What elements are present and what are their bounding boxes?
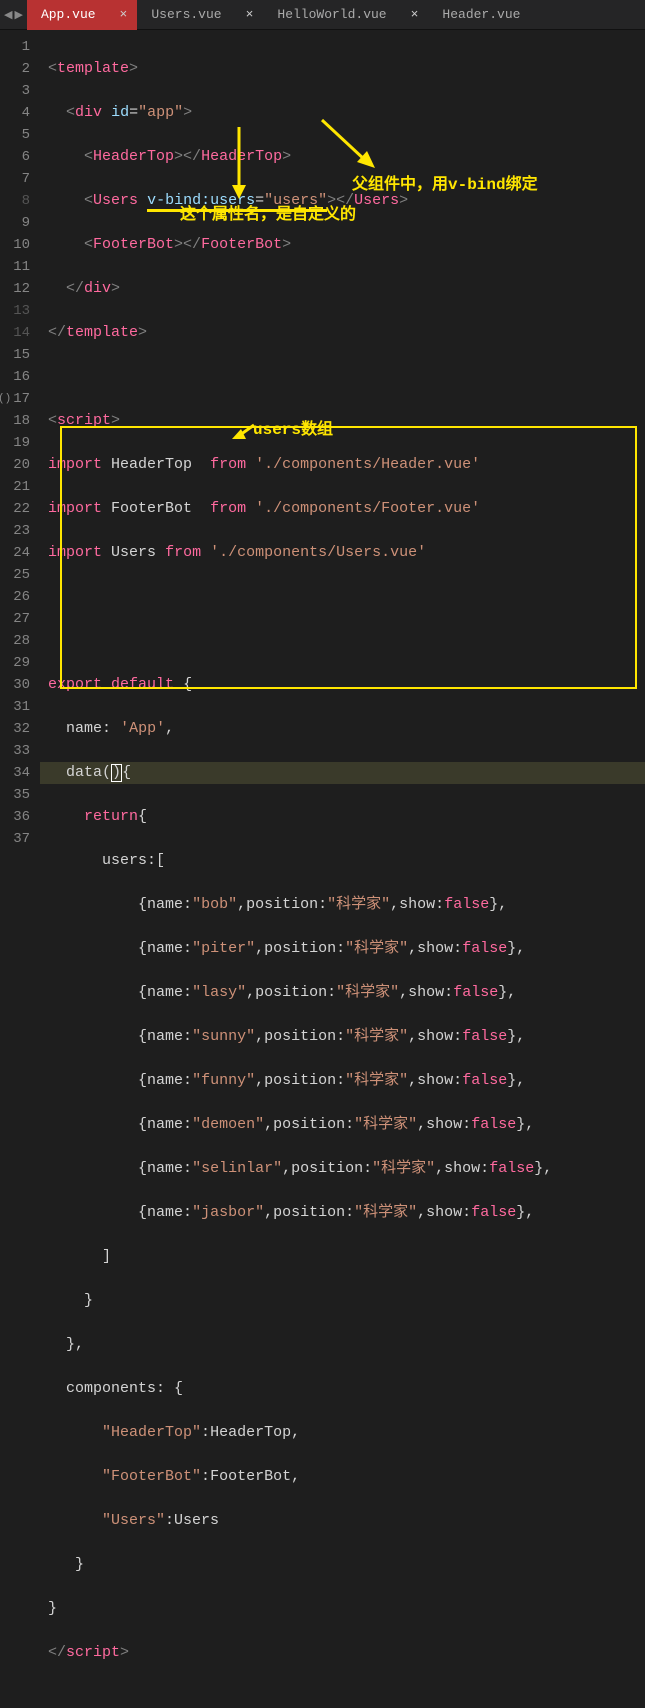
chevron-left-icon: ◀: [4, 8, 12, 22]
line-number-gutter: 1234 5678 9101112 13141516 17181920 2122…: [0, 30, 40, 866]
code-content[interactable]: <template> <div id="app"> <HeaderTop></H…: [40, 30, 645, 866]
tab-label: Header.vue: [442, 7, 520, 22]
close-icon[interactable]: ×: [246, 7, 254, 22]
tab-nav-arrows[interactable]: ◀ ▶: [0, 8, 27, 22]
chevron-right-icon: ▶: [14, 8, 22, 22]
close-icon[interactable]: ×: [411, 7, 419, 22]
tab-label: HelloWorld.vue: [277, 7, 386, 22]
close-icon[interactable]: ×: [120, 7, 128, 22]
tab-label: Users.vue: [151, 7, 221, 22]
tab-users-vue[interactable]: Users.vue ×: [137, 0, 263, 30]
editor-tabs: ◀ ▶ App.vue × Users.vue × HelloWorld.vue…: [0, 0, 645, 30]
tab-helloworld-vue[interactable]: HelloWorld.vue ×: [263, 0, 428, 30]
tab-header-vue[interactable]: Header.vue: [428, 0, 530, 30]
tab-label: App.vue: [41, 7, 96, 22]
tab-app-vue[interactable]: App.vue ×: [27, 0, 137, 30]
code-editor[interactable]: 1234 5678 9101112 13141516 17181920 2122…: [0, 30, 645, 866]
